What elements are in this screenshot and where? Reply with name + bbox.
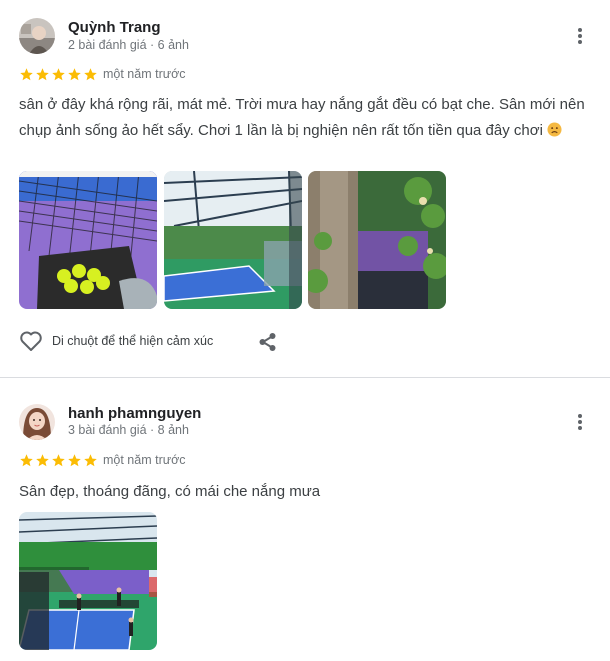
review-photo[interactable] xyxy=(308,171,446,309)
react-label: Di chuột để thể hiện cảm xúc xyxy=(52,334,214,348)
sad-face-emoji xyxy=(547,122,562,137)
star-rating xyxy=(19,67,98,82)
review-divider xyxy=(0,377,610,378)
star-icon xyxy=(36,454,49,467)
review-photo[interactable] xyxy=(19,171,157,309)
star-icon xyxy=(20,454,33,467)
reviewer-avatar[interactable] xyxy=(19,18,55,54)
reviewer-meta: 2 bài đánh giá · 6 ảnh xyxy=(68,38,189,52)
star-icon xyxy=(20,68,33,81)
share-button[interactable] xyxy=(257,331,279,353)
review-photo[interactable] xyxy=(164,171,302,309)
star-icon xyxy=(52,68,65,81)
review-text: sân ở đây khá rộng rãi, mát mẻ. Trời mưa… xyxy=(19,92,594,144)
react-button[interactable]: Di chuột để thể hiện cảm xúc xyxy=(19,330,213,352)
more-options-button[interactable] xyxy=(569,23,591,49)
reviewer-meta: 3 bài đánh giá · 8 ảnh xyxy=(68,423,189,437)
more-vert-icon xyxy=(578,28,582,44)
share-icon xyxy=(259,333,276,351)
review-time: một năm trước xyxy=(103,67,186,81)
review-photo[interactable] xyxy=(19,512,157,650)
reviewer-name[interactable]: hanh phamnguyen xyxy=(68,405,201,422)
more-options-button[interactable] xyxy=(569,409,591,435)
review-text-body: sân ở đây khá rộng rãi, mát mẻ. Trời mưa… xyxy=(19,96,585,139)
star-icon xyxy=(52,454,65,467)
star-icon xyxy=(84,454,97,467)
review-actions: Di chuột để thể hiện cảm xúc xyxy=(19,330,213,352)
star-icon xyxy=(68,68,81,81)
review-time: một năm trước xyxy=(103,453,186,467)
star-rating xyxy=(19,453,98,468)
star-icon xyxy=(36,68,49,81)
heart-outline-icon xyxy=(20,331,42,351)
reviewer-name[interactable]: Quỳnh Trang xyxy=(68,19,161,36)
review-text: Sân đẹp, thoáng đãng, có mái che nắng mư… xyxy=(19,483,321,500)
star-icon xyxy=(68,454,81,467)
reviewer-avatar[interactable] xyxy=(19,404,55,440)
star-icon xyxy=(84,68,97,81)
more-vert-icon xyxy=(578,414,582,430)
